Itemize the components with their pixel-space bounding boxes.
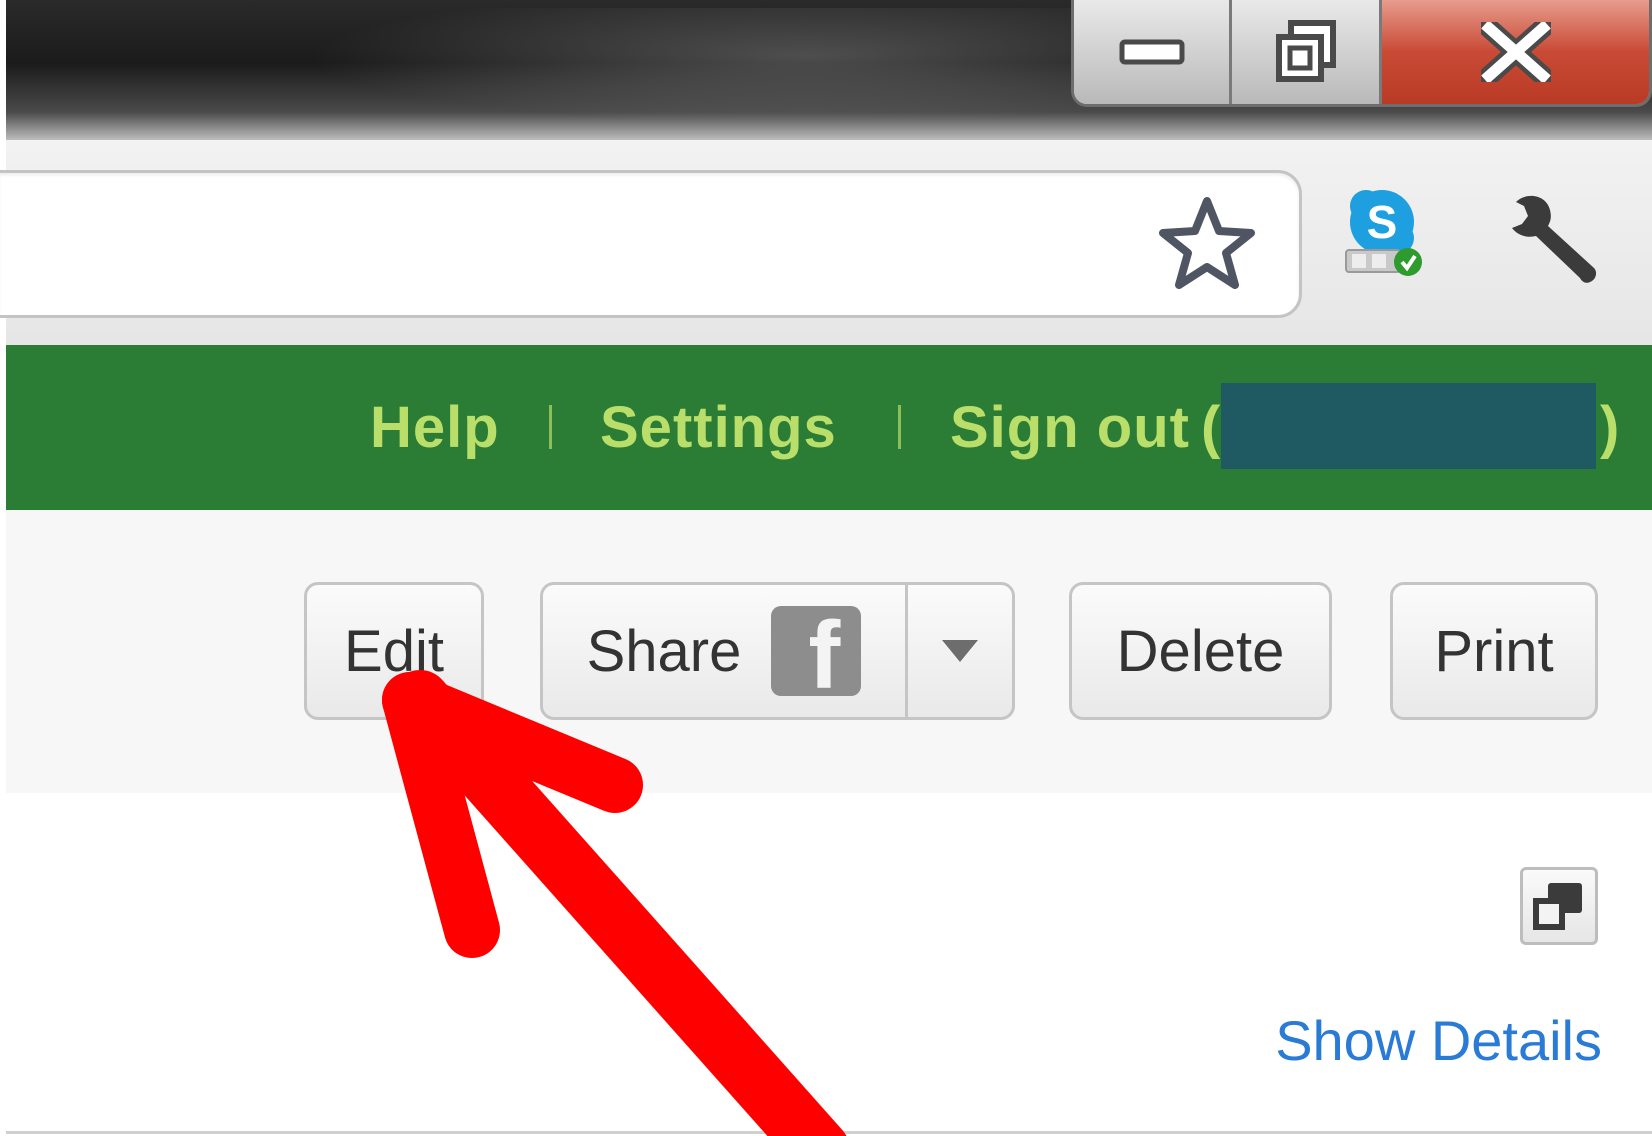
sign-out-link[interactable]: Sign out (950, 345, 1190, 510)
redacted-account-email (1221, 383, 1596, 469)
minimize-icon (1119, 39, 1184, 65)
print-button[interactable]: Print (1390, 582, 1598, 720)
nav-divider (549, 405, 552, 449)
share-label: Share (586, 618, 742, 684)
popout-icon (1533, 883, 1582, 930)
star-icon[interactable] (1159, 195, 1255, 291)
content-area: Show Details (6, 793, 1652, 1136)
share-button[interactable]: Share f (543, 585, 908, 717)
settings-link[interactable]: Settings (600, 345, 837, 510)
chevron-down-icon (942, 640, 978, 662)
show-details-link[interactable]: Show Details (1275, 1008, 1602, 1073)
restore-button[interactable] (1232, 0, 1382, 104)
share-dropdown-button[interactable] (908, 585, 1012, 717)
nav-divider (898, 405, 901, 449)
restore-icon (1275, 20, 1336, 82)
svg-text:S: S (1367, 196, 1398, 248)
close-icon (1480, 22, 1551, 82)
account-paren-close: ) (1600, 395, 1620, 460)
popout-button[interactable] (1520, 867, 1598, 945)
titlebar-glow (266, 8, 1166, 128)
delete-button[interactable]: Delete (1069, 582, 1332, 720)
share-button-group: Share f (540, 582, 1015, 720)
edit-button[interactable]: Edit (304, 582, 484, 720)
facebook-icon: f (771, 606, 862, 697)
help-link[interactable]: Help (370, 345, 500, 510)
account-nav-bar: Help Settings Sign out ( ) (6, 345, 1652, 513)
address-input[interactable] (29, 203, 1153, 285)
browser-toolbar: S (0, 140, 1652, 347)
window-controls (1071, 0, 1652, 107)
content-divider (6, 1131, 1652, 1134)
close-button[interactable] (1382, 0, 1649, 104)
action-toolbar: Edit Share f Delete Print (6, 510, 1652, 796)
address-bar[interactable] (0, 170, 1302, 318)
skype-icon[interactable]: S (1342, 188, 1438, 284)
facebook-letter: f (808, 606, 841, 697)
window-titlebar (6, 0, 1652, 140)
wrench-icon[interactable] (1506, 190, 1606, 286)
account-paren-open: ( (1201, 395, 1221, 460)
minimize-button[interactable] (1074, 0, 1232, 104)
